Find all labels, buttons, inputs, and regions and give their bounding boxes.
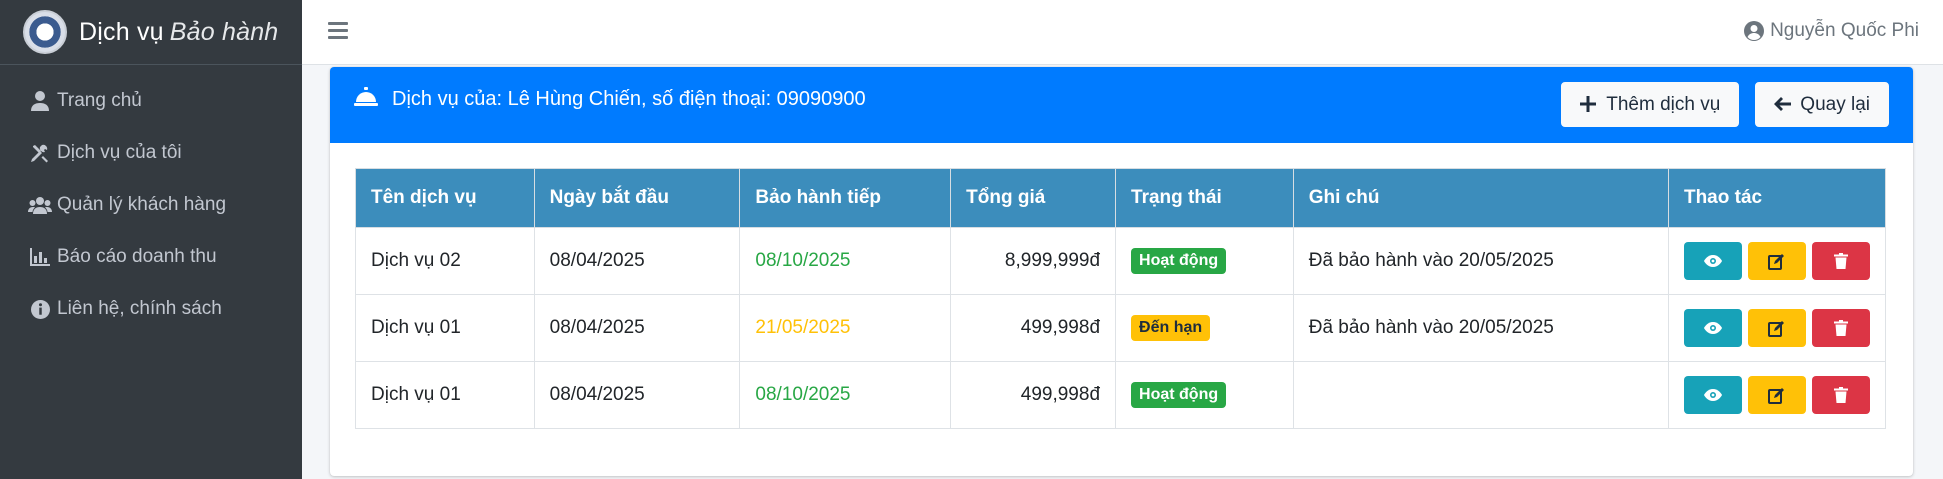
actions-cell bbox=[1667, 227, 1887, 295]
table-row: Dịch vụ 01 08/04/2025 08/10/2025 499,998… bbox=[355, 361, 1887, 429]
actions-cell bbox=[1667, 361, 1887, 429]
card-tools: Thêm dịch vụ Quay lại bbox=[1561, 82, 1889, 127]
note-cell bbox=[1292, 361, 1669, 429]
eye-icon bbox=[1703, 322, 1722, 334]
sidebar: Dịch vụ Bảo hành Trang chủ Dịch vụ của tô… bbox=[0, 0, 302, 479]
add-service-button[interactable]: Thêm dịch vụ bbox=[1561, 82, 1740, 127]
sidebar-item-label: Quản lý khách hàng bbox=[57, 194, 227, 215]
tools-icon bbox=[28, 141, 52, 165]
status-badge: Hoạt động bbox=[1131, 382, 1227, 408]
back-button[interactable]: Quay lại bbox=[1755, 82, 1889, 127]
status-cell: Đến hạn bbox=[1115, 294, 1294, 362]
edit-button[interactable] bbox=[1747, 376, 1806, 414]
view-button[interactable] bbox=[1683, 242, 1742, 280]
bar-chart-icon bbox=[28, 245, 52, 269]
delete-button[interactable] bbox=[1811, 242, 1870, 280]
card-title-text: Dịch vụ của: Lê Hùng Chiến, số điện thoạ… bbox=[392, 87, 866, 110]
view-button[interactable] bbox=[1683, 376, 1742, 414]
delete-button[interactable] bbox=[1811, 376, 1870, 414]
edit-button[interactable] bbox=[1747, 242, 1806, 280]
column-header: Thao tác bbox=[1667, 168, 1887, 228]
column-header: Ghi chú bbox=[1292, 168, 1669, 228]
column-header: Bảo hành tiếp bbox=[739, 168, 952, 228]
status-cell: Hoạt động bbox=[1115, 227, 1294, 295]
shield-logo-icon bbox=[23, 10, 67, 54]
edit-button[interactable] bbox=[1747, 309, 1806, 347]
user-name: Nguyễn Quốc Phi bbox=[1770, 20, 1919, 41]
sidebar-item-contact-policy[interactable]: Liên hệ, chính sách bbox=[0, 283, 302, 335]
start-date-cell: 08/04/2025 bbox=[533, 227, 741, 295]
next-warranty-cell: 08/10/2025 bbox=[739, 361, 952, 429]
arrow-left-icon bbox=[1774, 96, 1792, 114]
sidebar-item-home[interactable]: Trang chủ bbox=[0, 75, 302, 127]
eye-icon bbox=[1703, 255, 1722, 267]
sidebar-item-label: Báo cáo doanh thu bbox=[57, 246, 217, 267]
status-badge: Đến hạn bbox=[1131, 315, 1211, 341]
concierge-bell-icon bbox=[354, 87, 378, 111]
add-service-label: Thêm dịch vụ bbox=[1606, 93, 1721, 115]
start-date-cell: 08/04/2025 bbox=[533, 294, 741, 362]
next-warranty-cell: 21/05/2025 bbox=[739, 294, 952, 362]
column-header: Trạng thái bbox=[1115, 168, 1294, 228]
brand-title: Dịch vụ Bảo hành bbox=[79, 17, 279, 46]
note-cell: Đã bảo hành vào 20/05/2025 bbox=[1292, 227, 1669, 295]
top-navbar: Nguyễn Quốc Phi bbox=[302, 0, 1943, 65]
trash-icon bbox=[1833, 387, 1848, 403]
sidebar-item-my-services[interactable]: Dịch vụ của tôi bbox=[0, 127, 302, 179]
edit-icon bbox=[1768, 387, 1785, 404]
delete-button[interactable] bbox=[1811, 309, 1870, 347]
note-cell: Đã bảo hành vào 20/05/2025 bbox=[1292, 294, 1669, 362]
trash-icon bbox=[1833, 253, 1848, 269]
eye-icon bbox=[1703, 389, 1722, 401]
price-cell: 499,998đ bbox=[950, 294, 1117, 362]
user-circle-icon bbox=[1744, 21, 1765, 41]
price-cell: 8,999,999đ bbox=[950, 227, 1117, 295]
table-row: Dịch vụ 02 08/04/2025 08/10/2025 8,999,9… bbox=[355, 227, 1887, 295]
sidebar-nav: Trang chủ Dịch vụ của tôi Quản lý khách … bbox=[0, 75, 302, 335]
user-icon bbox=[28, 89, 52, 113]
view-button[interactable] bbox=[1683, 309, 1742, 347]
start-date-cell: 08/04/2025 bbox=[533, 361, 741, 429]
card-header: Dịch vụ của: Lê Hùng Chiến, số điện thoạ… bbox=[330, 67, 1913, 143]
service-name-cell: Dịch vụ 01 bbox=[355, 294, 535, 362]
status-cell: Hoạt động bbox=[1115, 361, 1294, 429]
column-header: Tổng giá bbox=[950, 168, 1117, 228]
sidebar-item-revenue-report[interactable]: Báo cáo doanh thu bbox=[0, 231, 302, 283]
hamburger-icon[interactable] bbox=[328, 22, 348, 42]
status-badge: Hoạt động bbox=[1131, 248, 1227, 274]
user-menu[interactable]: Nguyễn Quốc Phi bbox=[1744, 20, 1919, 42]
sidebar-item-label: Dịch vụ của tôi bbox=[57, 142, 182, 163]
services-table: Tên dịch vụ Ngày bắt đầu Bảo hành tiếp T… bbox=[355, 168, 1887, 429]
users-icon bbox=[28, 193, 52, 217]
sidebar-item-customers[interactable]: Quản lý khách hàng bbox=[0, 179, 302, 231]
services-card: Dịch vụ của: Lê Hùng Chiến, số điện thoạ… bbox=[330, 67, 1913, 476]
sidebar-item-label: Trang chủ bbox=[57, 90, 142, 111]
back-label: Quay lại bbox=[1800, 93, 1870, 115]
service-name-cell: Dịch vụ 02 bbox=[355, 227, 535, 295]
column-header: Ngày bắt đầu bbox=[533, 168, 741, 228]
column-header: Tên dịch vụ bbox=[355, 168, 535, 228]
plus-icon bbox=[1580, 95, 1598, 114]
sidebar-item-label: Liên hệ, chính sách bbox=[57, 298, 222, 319]
price-cell: 499,998đ bbox=[950, 361, 1117, 429]
edit-icon bbox=[1768, 320, 1785, 337]
services-table-wrapper: Tên dịch vụ Ngày bắt đầu Bảo hành tiếp T… bbox=[355, 168, 1887, 429]
table-row: Dịch vụ 01 08/04/2025 21/05/2025 499,998… bbox=[355, 294, 1887, 362]
trash-icon bbox=[1833, 320, 1848, 336]
info-circle-icon bbox=[28, 297, 52, 321]
edit-icon bbox=[1768, 253, 1785, 270]
table-header-row: Tên dịch vụ Ngày bắt đầu Bảo hành tiếp T… bbox=[355, 168, 1887, 228]
next-warranty-cell: 08/10/2025 bbox=[739, 227, 952, 295]
card-title: Dịch vụ của: Lê Hùng Chiến, số điện thoạ… bbox=[354, 87, 866, 111]
brand-link[interactable]: Dịch vụ Bảo hành bbox=[0, 0, 302, 65]
actions-cell bbox=[1667, 294, 1887, 362]
service-name-cell: Dịch vụ 01 bbox=[355, 361, 535, 429]
